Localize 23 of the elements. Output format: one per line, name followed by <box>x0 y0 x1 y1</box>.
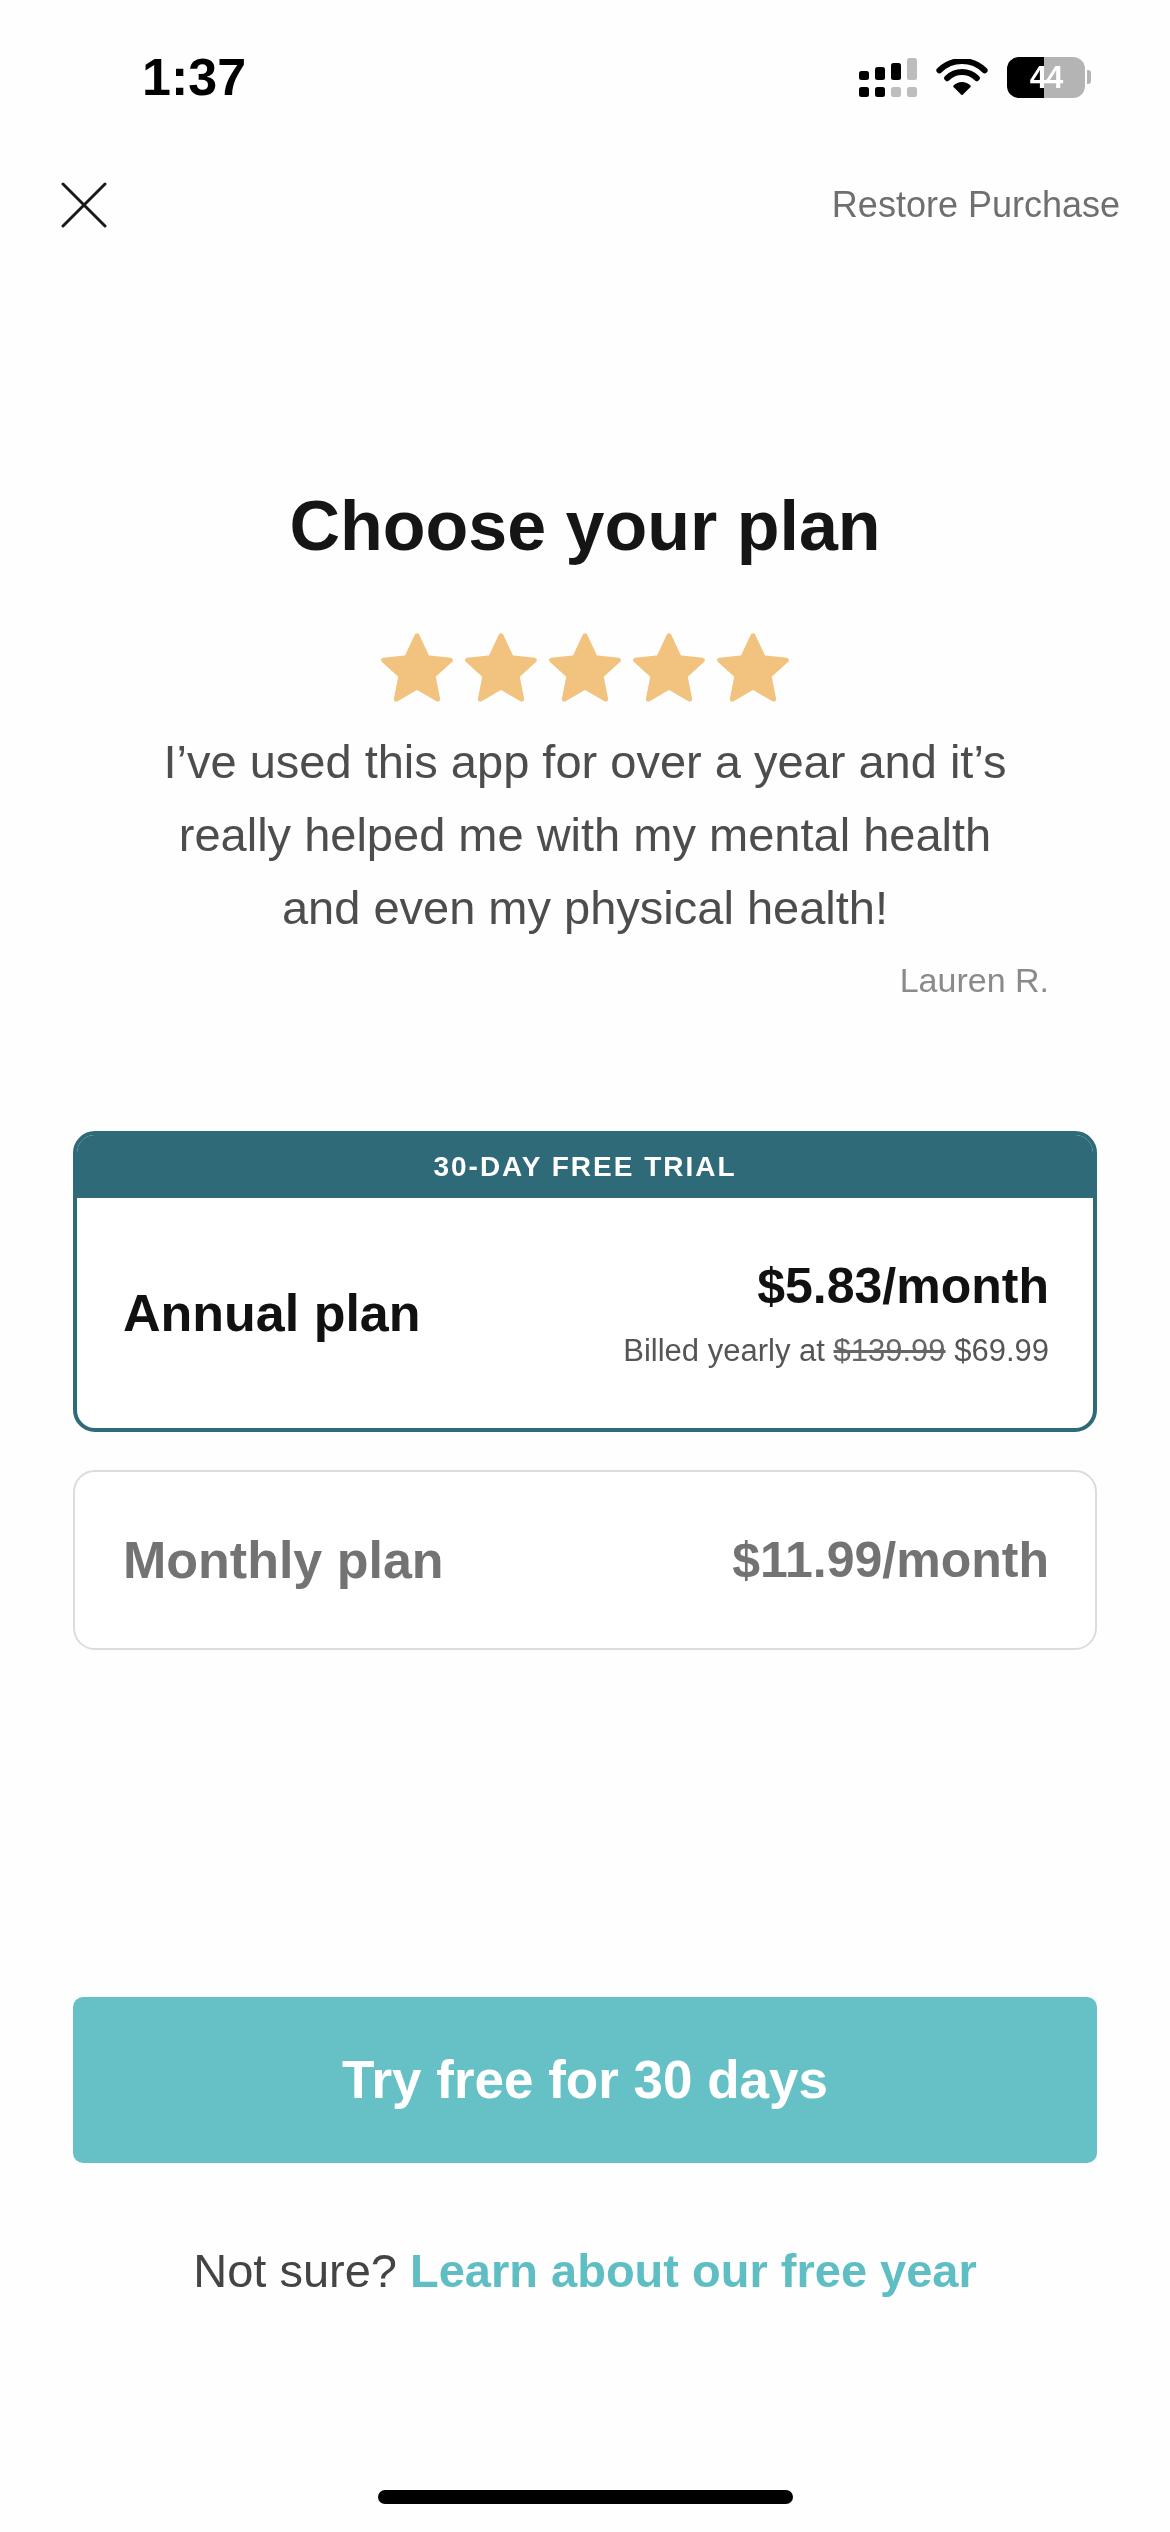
star-icon <box>549 633 621 702</box>
close-button[interactable] <box>61 182 107 228</box>
page-title: Choose your plan <box>288 486 882 567</box>
plan-name: Monthly plan <box>123 1529 444 1591</box>
star-icon <box>381 633 453 702</box>
wifi-icon <box>936 58 988 96</box>
restore-purchase-link[interactable]: Restore Purchase <box>831 183 1120 227</box>
plan-price: $5.83/month <box>756 1257 1049 1317</box>
plan-price: $11.99/month <box>732 1531 1049 1590</box>
plan-option[interactable]: Monthly plan $11.99/month <box>73 1470 1097 1650</box>
review-quote: I’ve used this app for over a year and it’s really helped me with my mental health and even my physical health! <box>162 734 1008 936</box>
review-author: Lauren R. <box>898 960 1050 1001</box>
star-icon <box>633 633 705 702</box>
star-icon <box>717 633 789 702</box>
status-time: 1:37 <box>142 51 247 103</box>
plan-name: Annual plan <box>123 1282 421 1344</box>
billing-note: Billed yearly at $139.99 $69.99 <box>623 1332 1049 1370</box>
plan-option[interactable]: 30-DAY FREE TRIAL Annual plan $5.83/month Billed yearly at $139.99 $69.99 <box>73 1131 1097 1432</box>
star-icon <box>465 633 537 702</box>
trial-banner: 30-DAY FREE TRIAL <box>77 1135 1093 1198</box>
free-year-prompt: Not sure? Learn about our free year <box>192 2243 978 2299</box>
close-icon <box>61 182 107 228</box>
signal-icon <box>859 57 917 97</box>
